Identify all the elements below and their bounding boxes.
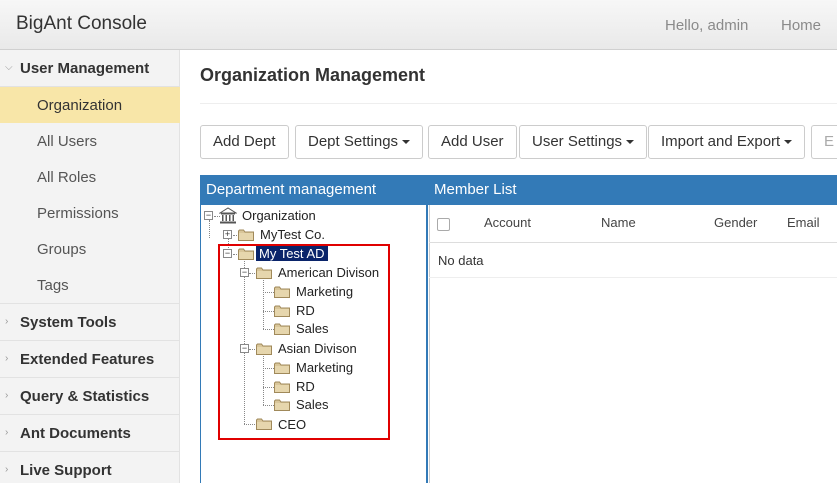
sidebar-item-all-users[interactable]: All Users	[0, 123, 180, 159]
button-label: User Settings	[532, 133, 623, 150]
sidebar-item-tags[interactable]: Tags	[0, 267, 180, 304]
folder-icon	[238, 229, 254, 241]
cut-off-button[interactable]: E	[811, 125, 837, 159]
expand-toggle-icon[interactable]: +	[223, 230, 232, 239]
row-divider	[429, 277, 837, 278]
sidebar-item-label: All Roles	[37, 169, 97, 186]
tree-node-organization[interactable]: Organization	[242, 208, 316, 223]
section-label: Ant Documents	[20, 425, 131, 442]
top-header: BigAnt Console Hello, admin Home	[0, 0, 837, 50]
add-user-button[interactable]: Add User	[428, 125, 517, 159]
sidebar-item-label: Organization	[37, 97, 123, 114]
empty-message: No data	[438, 253, 484, 268]
tree-line	[209, 220, 210, 238]
import-export-button[interactable]: Import and Export	[648, 125, 806, 159]
button-label: Import and Export	[661, 133, 781, 150]
chevron-right-icon: ›	[5, 390, 9, 401]
column-header-name[interactable]: Name	[601, 215, 636, 230]
sidebar-section-extended-features[interactable]: › Extended Features	[0, 341, 180, 378]
column-header-gender[interactable]: Gender	[714, 215, 757, 230]
sidebar-section-system-tools[interactable]: › System Tools	[0, 304, 180, 341]
chevron-right-icon: ›	[5, 464, 9, 475]
sidebar-item-groups[interactable]: Groups	[0, 231, 180, 267]
sidebar-section-ant-documents[interactable]: › Ant Documents	[0, 415, 180, 452]
collapse-toggle-icon[interactable]: −	[204, 211, 213, 220]
sidebar-section-live-support[interactable]: › Live Support	[0, 452, 180, 483]
sidebar-section-user-management[interactable]: ⌵ User Management	[0, 50, 180, 87]
tree-node-mytest-co[interactable]: MyTest Co.	[260, 227, 325, 242]
user-settings-button[interactable]: User Settings	[519, 125, 648, 159]
sidebar-item-label: Tags	[37, 277, 69, 294]
sidebar-item-label: Permissions	[37, 205, 119, 222]
button-label: Dept Settings	[308, 133, 399, 150]
sidebar-item-permissions[interactable]: Permissions	[0, 195, 180, 231]
sidebar-item-label: Groups	[37, 241, 87, 258]
divider	[200, 103, 837, 104]
sidebar-section-query-statistics[interactable]: › Query & Statistics	[0, 378, 180, 415]
caret-down-icon	[626, 140, 635, 145]
chevron-right-icon: ›	[5, 353, 9, 364]
section-label: Live Support	[20, 462, 112, 479]
button-label: Add Dept	[213, 133, 276, 150]
chevron-right-icon: ›	[5, 427, 9, 438]
home-link[interactable]: Home	[781, 17, 821, 34]
sidebar-item-organization[interactable]: Organization	[0, 87, 180, 123]
greeting-link[interactable]: Hello, admin	[665, 17, 748, 34]
organization-building-icon	[219, 207, 237, 224]
caret-down-icon	[784, 140, 793, 145]
add-dept-button[interactable]: Add Dept	[200, 125, 289, 159]
brand-title: BigAnt Console	[16, 13, 147, 34]
dept-panel-header: Department management	[200, 175, 428, 205]
button-label: E	[824, 133, 835, 150]
member-list-panel	[429, 205, 837, 483]
button-label: Add User	[441, 133, 504, 150]
caret-down-icon	[402, 140, 411, 145]
section-label: Extended Features	[20, 351, 155, 368]
column-header-email[interactable]: Email	[787, 215, 820, 230]
sidebar-item-all-roles[interactable]: All Roles	[0, 159, 180, 195]
dept-settings-button[interactable]: Dept Settings	[295, 125, 424, 159]
sidebar: ⌵ User Management Organization All Users…	[0, 50, 180, 483]
member-panel-header: Member List	[428, 175, 837, 205]
chevron-right-icon: ›	[5, 316, 9, 327]
select-all-checkbox[interactable]	[437, 218, 450, 231]
page-title: Organization Management	[200, 65, 426, 85]
chevron-down-icon: ⌵	[5, 62, 13, 73]
highlight-box	[218, 244, 390, 440]
section-label: System Tools	[20, 314, 117, 331]
table-header-divider	[429, 242, 837, 243]
sidebar-item-label: All Users	[37, 133, 98, 150]
section-label: Query & Statistics	[20, 388, 150, 405]
section-label: User Management	[20, 60, 150, 77]
column-header-account[interactable]: Account	[484, 215, 531, 230]
